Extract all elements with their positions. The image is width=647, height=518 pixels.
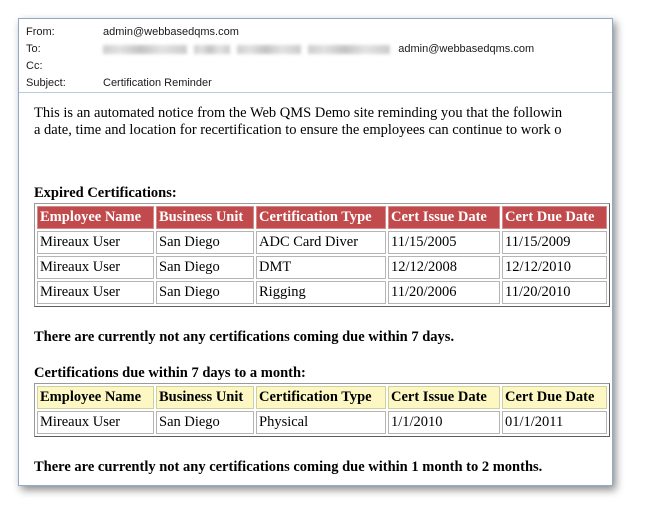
to-label: To: [26,43,41,55]
business-unit-cell: San Diego [156,231,254,254]
column-header: Employee Name [37,386,154,409]
email-message-window: From: admin@webbasedqms.com To: admin@we… [18,18,613,486]
certification-type-cell: Physical [256,411,386,434]
table-row: Mireaux User San Diego DMT 12/12/2008 12… [37,256,607,279]
due-date-cell: 12/12/2010 [502,256,607,279]
column-header: Employee Name [37,206,154,229]
table-row: Mireaux User San Diego Rigging 11/20/200… [37,281,607,304]
intro-line: This is an automated notice from the Web… [34,105,563,121]
due-date-cell: 11/15/2009 [502,231,607,254]
subject-label: Subject: [26,77,66,89]
redacted-recipient [103,44,187,54]
redacted-recipient [194,44,231,54]
issue-date-cell: 1/1/2010 [388,411,500,434]
to-address: admin@webbasedqms.com [398,43,535,55]
column-header: Cert Issue Date [388,206,500,229]
month-section-title: Certifications due within 7 days to a mo… [34,365,306,381]
due-date-cell: 01/1/2011 [502,411,607,434]
due-within-month-table: Employee Name Business Unit Certificatio… [34,383,610,437]
table-row: Mireaux User San Diego ADC Card Diver 11… [37,231,607,254]
column-header: Cert Due Date [502,206,607,229]
column-header: Business Unit [156,386,254,409]
expired-certifications-table: Employee Name Business Unit Certificatio… [34,203,610,307]
column-header: Cert Issue Date [388,386,500,409]
redacted-recipient [308,44,391,54]
certification-type-cell: DMT [256,256,386,279]
employee-name-cell: Mireaux User [37,411,154,434]
certification-type-cell: Rigging [256,281,386,304]
due-date-cell: 11/20/2010 [502,281,607,304]
column-header: Cert Due Date [502,386,607,409]
employee-name-cell: Mireaux User [37,256,154,279]
email-body: This is an automated notice from the Web… [19,93,612,485]
from-label: From: [26,26,55,38]
to-recipients[interactable]: admin@webbasedqms.com [103,41,534,57]
notice-none-within-7-days: There are currently not any certificatio… [34,329,455,345]
cc-label: Cc: [26,60,43,72]
intro-paragraph: This is an automated notice from the Web… [34,105,612,139]
column-header: Business Unit [156,206,254,229]
from-address[interactable]: admin@webbasedqms.com [103,24,239,40]
email-header: From: admin@webbasedqms.com To: admin@we… [19,19,612,93]
issue-date-cell: 11/20/2006 [388,281,500,304]
expired-section-title: Expired Certifications: [34,185,177,201]
table-header-row: Employee Name Business Unit Certificatio… [37,206,607,229]
table-row: Mireaux User San Diego Physical 1/1/2010… [37,411,607,434]
issue-date-cell: 12/12/2008 [388,256,500,279]
business-unit-cell: San Diego [156,256,254,279]
column-header: Certification Type [256,206,386,229]
notice-none-within-2-months: There are currently not any certificatio… [34,459,543,475]
subject-text: Certification Reminder [103,77,212,89]
certification-type-cell: ADC Card Diver [256,231,386,254]
redacted-recipient [237,44,302,54]
business-unit-cell: San Diego [156,411,254,434]
column-header: Certification Type [256,386,386,409]
employee-name-cell: Mireaux User [37,231,154,254]
intro-line: a date, time and location for recertific… [34,122,562,138]
table-header-row: Employee Name Business Unit Certificatio… [37,386,607,409]
issue-date-cell: 11/15/2005 [388,231,500,254]
business-unit-cell: San Diego [156,281,254,304]
employee-name-cell: Mireaux User [37,281,154,304]
